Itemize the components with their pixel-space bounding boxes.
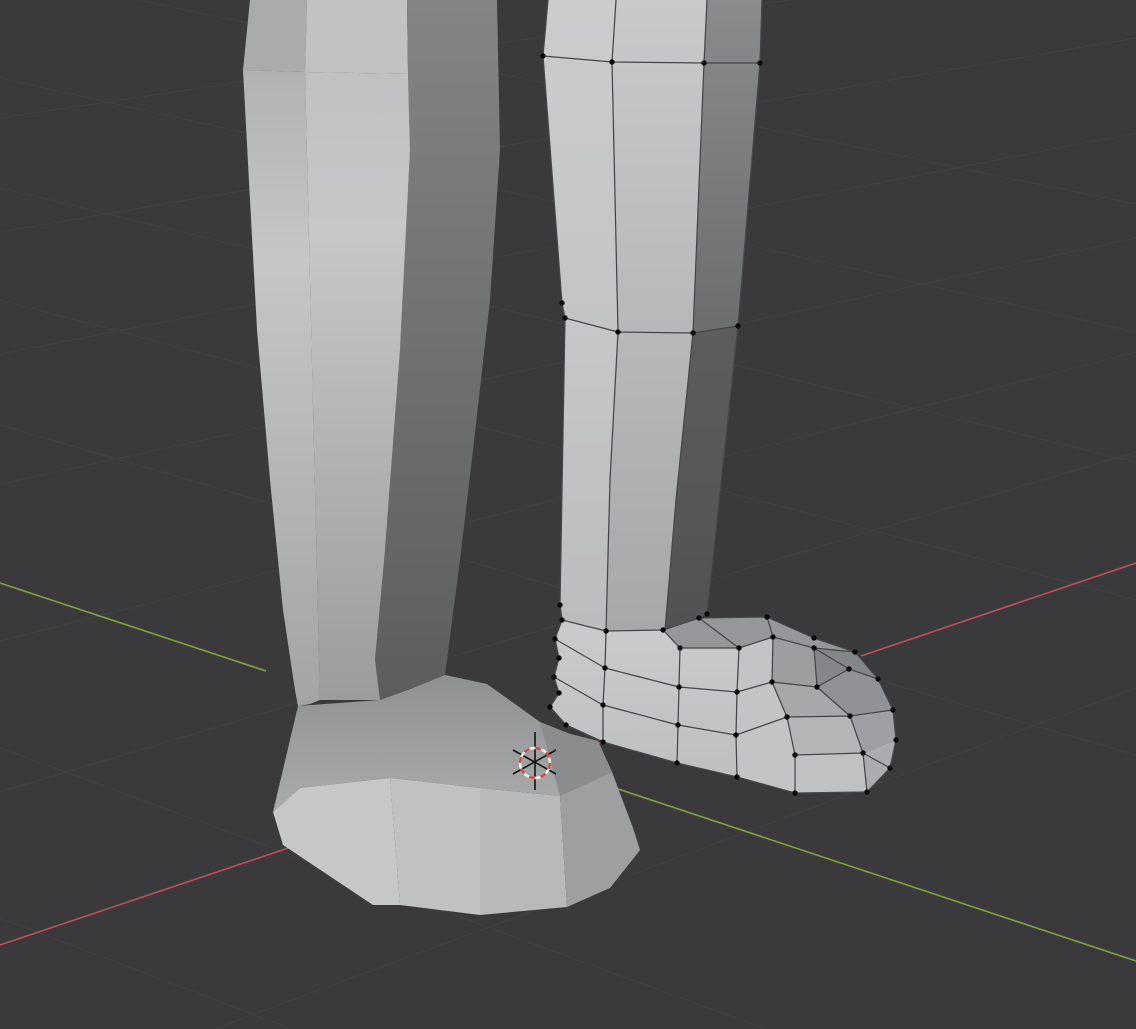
mesh-vertex[interactable] [887,765,892,770]
mesh-vertex[interactable] [602,665,607,670]
mesh-vertex[interactable] [860,750,865,755]
mesh-vertex[interactable] [615,329,620,334]
mesh-vertex[interactable] [704,611,709,616]
mesh-vertex[interactable] [562,315,567,320]
mesh-vertex[interactable] [734,774,739,779]
mesh-vertex[interactable] [557,602,562,607]
mesh-vertex[interactable] [735,323,740,328]
mesh-vertex[interactable] [556,690,561,695]
mesh-vertex[interactable] [875,676,880,681]
mesh-vertex[interactable] [784,714,789,719]
mesh-vertex[interactable] [563,722,568,727]
mesh-vertex[interactable] [890,707,895,712]
mesh-vertex[interactable] [676,684,681,689]
mesh-vertex[interactable] [603,628,608,633]
mesh-vertex[interactable] [547,704,552,709]
mesh-vertex[interactable] [864,789,869,794]
mesh-vertex[interactable] [600,739,605,744]
mesh-vertex[interactable] [675,722,680,727]
mesh-vertex[interactable] [559,300,564,305]
mesh-vertex[interactable] [736,645,741,650]
mesh-vertex[interactable] [559,617,564,622]
mesh-vertex[interactable] [792,790,797,795]
mesh-vertex[interactable] [846,666,851,671]
mesh-vertex[interactable] [552,636,557,641]
mesh-face[interactable] [480,788,567,915]
mesh-vertex[interactable] [811,645,816,650]
viewport-canvas[interactable] [0,0,1136,1029]
mesh-vertex[interactable] [556,655,561,660]
mesh-vertex[interactable] [677,645,682,650]
mesh-vertex[interactable] [770,634,775,639]
mesh-vertex[interactable] [764,614,769,619]
mesh-vertex[interactable] [852,649,857,654]
mesh-face[interactable] [390,778,480,915]
mesh-vertex[interactable] [757,60,762,65]
mesh-vertex[interactable] [811,635,816,640]
mesh-face[interactable] [795,753,867,793]
mesh-vertex[interactable] [600,702,605,707]
mesh-vertex[interactable] [696,615,701,620]
mesh-vertex[interactable] [814,684,819,689]
mesh-vertex[interactable] [792,752,797,757]
mesh-vertex[interactable] [540,53,545,58]
mesh-vertex[interactable] [733,732,738,737]
blender-3d-viewport[interactable] [0,0,1136,1029]
mesh-vertex[interactable] [690,330,695,335]
mesh-vertex[interactable] [674,760,679,765]
mesh-face[interactable] [305,0,408,74]
mesh-vertex[interactable] [609,59,614,64]
mesh-face[interactable] [612,0,707,333]
mesh-vertex[interactable] [551,674,556,679]
mesh-vertex[interactable] [660,627,665,632]
mesh-vertex[interactable] [734,689,739,694]
mesh-vertex[interactable] [769,679,774,684]
mesh-vertex[interactable] [847,713,852,718]
mesh-vertex[interactable] [893,737,898,742]
mesh-face[interactable] [243,0,307,72]
mesh-vertex[interactable] [701,60,706,65]
